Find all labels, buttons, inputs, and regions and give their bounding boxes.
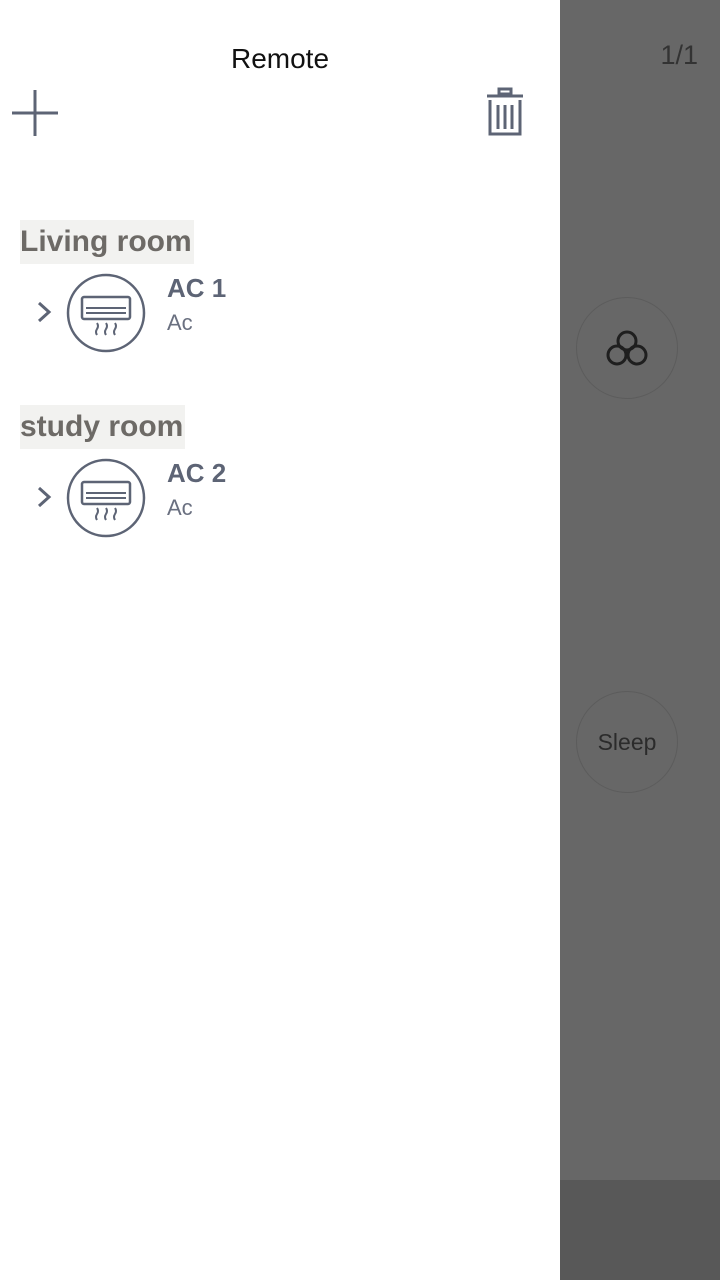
add-remote-button[interactable] bbox=[8, 86, 62, 140]
remote-drawer: Remote Living room AC 1 Ac study room AC… bbox=[0, 0, 560, 1280]
device-name: AC 2 bbox=[167, 458, 227, 488]
group-label-study-room: study room bbox=[20, 405, 186, 449]
fan-mode-button[interactable] bbox=[576, 297, 678, 399]
air-conditioner-icon bbox=[66, 458, 146, 538]
drawer-title: Remote bbox=[230, 43, 330, 74]
trash-icon bbox=[487, 87, 523, 136]
device-type: Ac bbox=[167, 495, 193, 520]
fan-icon bbox=[606, 330, 648, 366]
chevron-right-icon bbox=[37, 301, 52, 323]
device-row-ac-2[interactable]: AC 2 Ac bbox=[30, 453, 530, 543]
device-type: Ac bbox=[167, 310, 193, 335]
page-indicator: 1/1 bbox=[660, 40, 698, 70]
device-name: AC 1 bbox=[167, 273, 227, 303]
device-row-ac-1[interactable]: AC 1 Ac bbox=[30, 268, 530, 358]
sleep-button[interactable]: Sleep bbox=[576, 691, 678, 793]
plus-icon bbox=[12, 90, 58, 136]
chevron-right-icon bbox=[37, 486, 52, 508]
group-label-living-room: Living room bbox=[20, 220, 194, 264]
sleep-label: Sleep bbox=[597, 728, 657, 755]
delete-remote-button[interactable] bbox=[482, 86, 528, 140]
air-conditioner-icon bbox=[66, 273, 146, 353]
